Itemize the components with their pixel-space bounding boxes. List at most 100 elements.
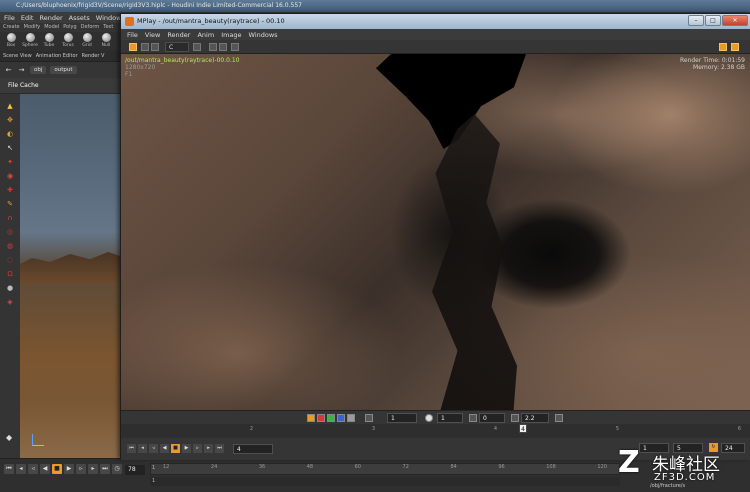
shelf-tab-polygon[interactable]: Polyg	[63, 24, 76, 31]
render-image-view[interactable]: /out/mantra_beauty(raytrace)-00.0.10 128…	[121, 54, 750, 410]
color-channel-green-icon[interactable]	[327, 414, 335, 422]
color-channel-blue-icon[interactable]	[337, 414, 345, 422]
back-arrow-icon[interactable]: ←	[4, 66, 13, 75]
layout-single-icon[interactable]	[719, 43, 727, 51]
camera-icon[interactable]: ◍	[6, 242, 15, 251]
step-forward-icon[interactable]: ▹	[76, 464, 86, 474]
rotate-icon[interactable]: ◐	[6, 130, 15, 139]
tab-scene-view[interactable]: Scene View	[3, 53, 32, 59]
exposure-icon[interactable]	[469, 414, 477, 422]
pin-icon[interactable]	[129, 43, 137, 51]
step-back-icon[interactable]: ◃	[28, 464, 38, 474]
mplay-jump-start-icon[interactable]: ⏮	[127, 444, 136, 453]
step-back-key-icon[interactable]: ◂	[16, 464, 26, 474]
close-icon[interactable]: ✕	[722, 15, 748, 26]
channel-dropdown-icon[interactable]	[193, 43, 201, 51]
shelf-tool-tube[interactable]: Tube	[41, 33, 57, 50]
compare-icon[interactable]	[151, 43, 159, 51]
shelf-tool-sphere[interactable]: Sphere	[22, 33, 38, 50]
menu-render[interactable]: Render	[39, 14, 62, 22]
handle-icon[interactable]: ✦	[6, 158, 15, 167]
select-icon[interactable]: ▲	[6, 102, 15, 111]
magnet-icon[interactable]: ∩	[6, 214, 15, 223]
mplay-play-reverse-icon[interactable]: ◀	[160, 444, 169, 453]
view-icon[interactable]: ◎	[6, 228, 15, 237]
move-icon[interactable]: ✥	[6, 116, 15, 125]
play-reverse-icon[interactable]: ◀	[40, 464, 50, 474]
zoom-icon[interactable]	[511, 414, 519, 422]
menu-file[interactable]: File	[4, 14, 15, 22]
gamma-icon[interactable]	[365, 414, 373, 422]
playbar-range-slider[interactable]: 1	[150, 477, 620, 486]
path-segment-obj[interactable]: obj	[30, 66, 47, 74]
mplay-menu-view[interactable]: View	[145, 31, 160, 39]
current-frame-field[interactable]: 78	[125, 465, 145, 475]
pose-icon[interactable]: ✚	[6, 186, 15, 195]
visibility-icon[interactable]: ●	[6, 284, 15, 293]
contrast-icon[interactable]	[425, 414, 433, 422]
shelf-tab-deform[interactable]: Deform	[81, 24, 100, 31]
render-region-icon[interactable]: ◈	[6, 298, 15, 307]
tab-animation-editor[interactable]: Animation Editor	[36, 53, 78, 59]
mplay-frame-field[interactable]: 4	[233, 444, 273, 454]
shelf-tab-model[interactable]: Model	[44, 24, 59, 31]
mplay-menu-windows[interactable]: Windows	[249, 31, 278, 39]
shelf-tool-null[interactable]: Null	[98, 33, 114, 50]
mplay-timeline[interactable]: 2 3 4 5 6 4	[121, 424, 750, 438]
loop-icon[interactable]: ↻	[709, 443, 718, 452]
menu-assets[interactable]: Assets	[69, 14, 90, 22]
mplay-step-back-icon[interactable]: ◂	[138, 444, 147, 453]
pointer-icon[interactable]: ↖	[6, 144, 15, 153]
maximize-icon[interactable]: □	[705, 15, 721, 26]
channel-select[interactable]: C	[165, 42, 189, 52]
3d-viewport[interactable]	[20, 94, 120, 458]
playbar-timeline[interactable]: 12 24 36 48 60 72 84 96 108 120	[150, 463, 620, 475]
settings-icon[interactable]: ◆	[6, 433, 16, 443]
mplay-play-icon[interactable]: ▶	[182, 444, 191, 453]
realtime-icon[interactable]: ◷	[112, 464, 122, 474]
fps-field[interactable]: 24	[721, 443, 745, 453]
mplay-menu-file[interactable]: File	[127, 31, 138, 39]
jump-end-icon[interactable]: ⏭	[100, 464, 110, 474]
mplay-menu-anim[interactable]: Anim	[197, 31, 214, 39]
play-icon[interactable]: ▶	[64, 464, 74, 474]
color-channel-red-icon[interactable]	[317, 414, 325, 422]
current-frame-marker[interactable]: 4	[519, 424, 527, 433]
snap-icon[interactable]: ◌	[6, 256, 15, 265]
forward-arrow-icon[interactable]: →	[17, 66, 26, 75]
jump-start-icon[interactable]: ⏮	[4, 464, 14, 474]
shelf-tool-box[interactable]: Box	[3, 33, 19, 50]
range-end-field[interactable]: 5	[673, 443, 703, 453]
mplay-menu-render[interactable]: Render	[167, 31, 190, 39]
lut-field[interactable]: 1	[437, 413, 463, 423]
display-options-icon[interactable]	[141, 43, 149, 51]
info-icon[interactable]	[231, 43, 239, 51]
mplay-step-forward-icon[interactable]: ▸	[204, 444, 213, 453]
path-segment-output[interactable]: output	[50, 66, 77, 74]
options-icon[interactable]	[555, 414, 563, 422]
scale-icon[interactable]: ◉	[6, 172, 15, 181]
step-forward-key-icon[interactable]: ▸	[88, 464, 98, 474]
shelf-tool-grid[interactable]: Grid	[79, 33, 95, 50]
mplay-prev-icon[interactable]: ◃	[149, 444, 158, 453]
mplay-jump-end-icon[interactable]: ⏭	[215, 444, 224, 453]
tab-render-view[interactable]: Render V	[82, 53, 105, 59]
shelf-tab-create[interactable]: Create	[3, 24, 20, 31]
shelf-tab-modify[interactable]: Modify	[24, 24, 41, 31]
gamma-field[interactable]: 1	[387, 413, 417, 423]
menu-edit[interactable]: Edit	[21, 14, 34, 22]
magnet-snap-icon[interactable]: Ω	[6, 270, 15, 279]
brush-icon[interactable]: ✎	[6, 200, 15, 209]
exposure-field[interactable]: 0	[479, 413, 505, 423]
zoom-field[interactable]: 2.2	[521, 413, 549, 423]
minimize-icon[interactable]: –	[688, 15, 704, 26]
color-channel-alpha-icon[interactable]	[347, 414, 355, 422]
zoom-fit-icon[interactable]	[209, 43, 217, 51]
stop-icon[interactable]: ■	[52, 464, 62, 474]
mplay-next-icon[interactable]: ▹	[193, 444, 202, 453]
mplay-menu-image[interactable]: Image	[221, 31, 241, 39]
color-channel-rgb-icon[interactable]	[307, 414, 315, 422]
layout-split-icon[interactable]	[731, 43, 739, 51]
range-start-field[interactable]: 1	[639, 443, 669, 453]
shelf-tool-torus[interactable]: Torus	[60, 33, 76, 50]
